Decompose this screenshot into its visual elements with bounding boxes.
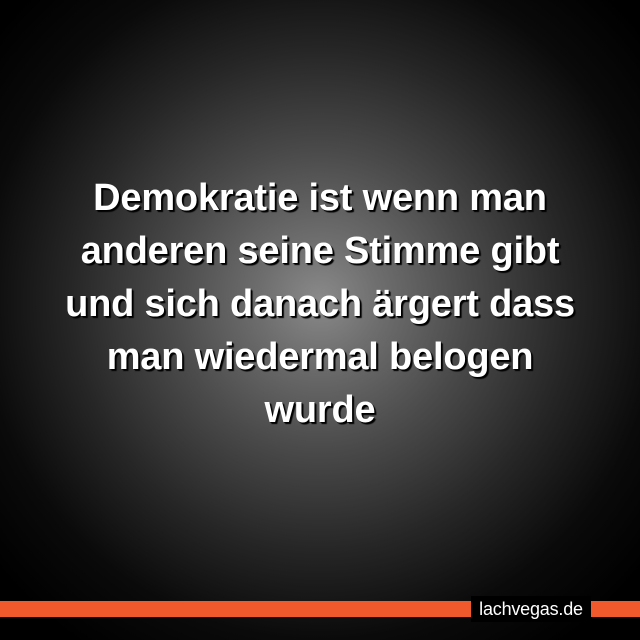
quote-line-3: und sich danach ärgert dass [65, 283, 575, 325]
quote-text: Demokratie ist wenn man anderen seine St… [20, 172, 620, 437]
quote-line-2: anderen seine Stimme gibt [80, 230, 560, 272]
site-watermark-label: lachvegas.de [479, 598, 583, 619]
meme-canvas: Demokratie ist wenn man anderen seine St… [0, 0, 640, 640]
footer-watermark: lachvegas.de [471, 596, 591, 622]
quote-line-5: wurde [264, 389, 376, 431]
quote-line-1: Demokratie ist wenn man [93, 177, 547, 219]
quote-line-4: man wiedermal belogen [106, 336, 534, 378]
